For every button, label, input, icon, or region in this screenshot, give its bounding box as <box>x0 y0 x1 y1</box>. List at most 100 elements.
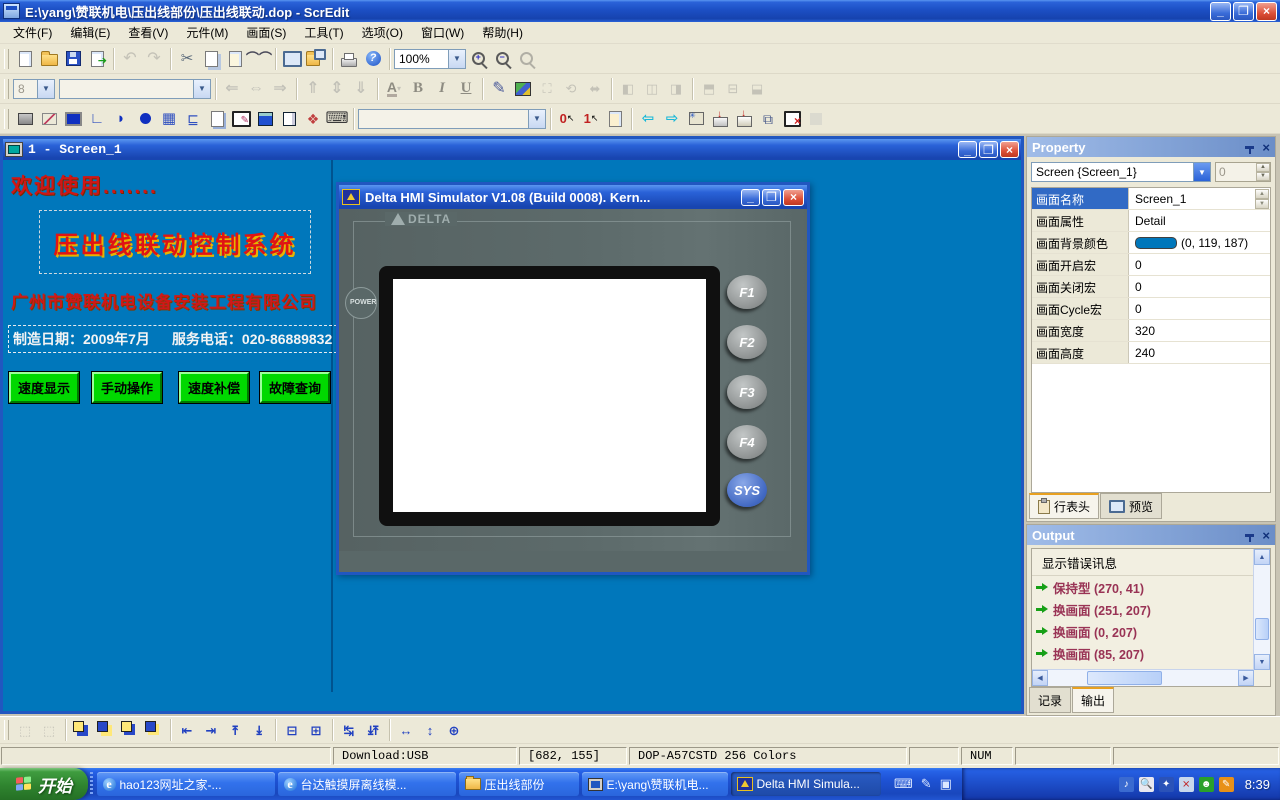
element-state-combobox[interactable]: ▼ <box>358 109 546 129</box>
font-size-dropdown-arrow[interactable]: ▼ <box>37 80 54 98</box>
menu-file[interactable]: 文件(F) <box>4 21 61 44</box>
element-state-dropdown-arrow[interactable]: ▼ <box>528 110 545 128</box>
draw-pattern-tool[interactable]: ▦ <box>157 107 181 130</box>
align-left-edges-button[interactable]: ⇤ <box>175 719 199 742</box>
task-delta-touchscreen-page[interactable]: e 台达触摸屏离线模... <box>278 772 456 796</box>
new-file-button[interactable] <box>13 47 37 70</box>
task-folder[interactable]: 压出线部份 <box>459 772 579 796</box>
draw-rect-tool[interactable] <box>13 107 37 130</box>
pen-style-button[interactable]: ✎ <box>487 77 511 100</box>
align-right-edges-button[interactable]: ⇥ <box>199 719 223 742</box>
same-size-button[interactable]: ⊕ <box>442 719 466 742</box>
tray-messenger-icon[interactable]: ✦ <box>1159 777 1174 792</box>
simulator-title-bar[interactable]: Delta HMI Simulator V1.08 (Build 0008). … <box>339 185 807 209</box>
manual-operation-button[interactable]: 手动操作 <box>92 372 162 403</box>
draw-bitmap-tool[interactable]: ✎ <box>229 107 253 130</box>
scroll-up-icon[interactable]: ▲ <box>1254 549 1270 565</box>
element-meter-tool[interactable] <box>277 107 301 130</box>
task-scredit[interactable]: E:\yang\赞联机电... <box>582 772 728 796</box>
zoom-out-button[interactable]: − <box>490 47 514 70</box>
bring-forward-button[interactable] <box>118 719 142 742</box>
zoom-dropdown-arrow[interactable]: ▼ <box>448 50 465 68</box>
screen1-close-button[interactable]: × <box>1000 141 1019 158</box>
download-screen-button[interactable]: ↓ <box>708 107 732 130</box>
output-close-icon[interactable]: × <box>1262 529 1270 542</box>
company-text[interactable]: 广州市赞联机电设备安装工程有限公司 <box>11 288 317 313</box>
open-screen-button[interactable] <box>304 47 328 70</box>
object-selector-dropdown-arrow[interactable]: ▼ <box>1193 163 1210 181</box>
property-row-close-macro[interactable]: 画面关闭宏 0 <box>1032 276 1270 298</box>
taskbar-clock[interactable]: 8:39 <box>1245 777 1270 792</box>
tab-preview[interactable]: 预览 <box>1100 493 1162 519</box>
send-to-back-button[interactable] <box>94 719 118 742</box>
align-bottom-edges-button[interactable]: ⇥ <box>247 719 271 742</box>
toolbar-grip[interactable] <box>4 49 9 69</box>
tray-app-icon[interactable]: ♪ <box>1119 777 1134 792</box>
menu-edit[interactable]: 编辑(E) <box>61 21 119 44</box>
tray-magnifier-icon[interactable]: 🔍 <box>1139 777 1154 792</box>
stop-simulator-button[interactable]: × <box>780 107 804 130</box>
align-top-edges-button[interactable]: ⇤ <box>223 719 247 742</box>
draw-scale-tool[interactable]: ⊑ <box>181 107 205 130</box>
property-close-icon[interactable]: × <box>1262 141 1270 154</box>
start-button[interactable]: 开始 <box>0 768 88 800</box>
font-name-dropdown-arrow[interactable]: ▼ <box>193 80 210 98</box>
find-button[interactable]: ⌒⌒ <box>247 47 271 70</box>
welcome-text[interactable]: 欢迎使用....... <box>11 170 158 200</box>
state-0-button[interactable]: 0↖ <box>555 107 579 130</box>
keyboard-icon[interactable]: ⌨ <box>894 776 913 792</box>
download-all-button[interactable]: ↓ <box>732 107 756 130</box>
draw-filled-rect-tool[interactable] <box>61 107 85 130</box>
send-backward-button[interactable] <box>142 719 166 742</box>
pin-icon[interactable] <box>1245 146 1254 149</box>
vertical-scrollbar[interactable]: ▲ ▼ <box>1253 549 1270 670</box>
draw-ellipse-tool[interactable] <box>133 107 157 130</box>
f1-key[interactable]: F1 <box>727 275 767 309</box>
tab-output[interactable]: 输出 <box>1072 687 1114 713</box>
macro-button[interactable] <box>603 107 627 130</box>
screen1-minimize-button[interactable]: _ <box>958 141 977 158</box>
pin-icon[interactable] <box>1245 534 1254 537</box>
simulator-button[interactable]: ⧉ <box>756 107 780 130</box>
property-row-name[interactable]: 画面名称 Screen_1 ▲▼ <box>1032 188 1270 210</box>
row-spinner[interactable]: ▲▼ <box>1255 189 1269 208</box>
bring-to-front-button[interactable] <box>70 719 94 742</box>
property-row-bgcolor[interactable]: 画面背景颜色 (0, 119, 187) <box>1032 232 1270 254</box>
new-screen-button[interactable] <box>280 47 304 70</box>
element-button-tool[interactable] <box>253 107 277 130</box>
menu-element[interactable]: 元件(M) <box>177 21 237 44</box>
toolbar-grip[interactable] <box>4 109 9 129</box>
keyboard-element-tool[interactable]: ⌨ <box>325 107 349 130</box>
simulator-minimize-button[interactable]: _ <box>741 189 760 206</box>
horizontal-scroll-thumb[interactable] <box>1087 671 1162 685</box>
sys-key[interactable]: SYS <box>727 473 767 507</box>
paste-button[interactable] <box>223 47 247 70</box>
cut-button[interactable]: ✂ <box>175 47 199 70</box>
zoom-combobox[interactable]: 100% ▼ <box>394 49 466 69</box>
scroll-down-icon[interactable]: ▼ <box>1254 654 1270 670</box>
property-row-height[interactable]: 画面高度 240 <box>1032 342 1270 364</box>
info-box[interactable]: 制造日期：2009年7月 服务电话：020-86889832 <box>8 325 337 353</box>
simulator-maximize-button[interactable]: ❐ <box>762 189 781 206</box>
minimize-button[interactable]: _ <box>1210 2 1231 21</box>
speed-display-button[interactable]: 速度显示 <box>9 372 79 403</box>
save-button[interactable] <box>61 47 85 70</box>
tray-network-disconnected-icon[interactable]: ⨯ <box>1179 777 1194 792</box>
f3-key[interactable]: F3 <box>727 375 767 409</box>
object-selector-combobox[interactable]: Screen {Screen_1} ▼ <box>1031 162 1211 182</box>
fault-query-button[interactable]: 故障查询 <box>260 372 330 403</box>
output-item[interactable]: 换画面 (0, 207) <box>1032 620 1270 642</box>
draw-text-tool[interactable] <box>205 107 229 130</box>
scroll-right-icon[interactable]: ▶ <box>1238 670 1254 686</box>
f2-key[interactable]: F2 <box>727 325 767 359</box>
toolbar-grip[interactable] <box>4 79 9 99</box>
tab-record[interactable]: 记录 <box>1029 687 1071 713</box>
open-file-button[interactable] <box>37 47 61 70</box>
speed-compensation-button[interactable]: 速度补偿 <box>179 372 249 403</box>
print-button[interactable] <box>337 47 361 70</box>
output-item[interactable]: 换画面 (251, 207) <box>1032 598 1270 620</box>
prev-screen-button[interactable]: ⇦ <box>636 107 660 130</box>
menu-tools[interactable]: 工具(T) <box>295 21 352 44</box>
menu-options[interactable]: 选项(O) <box>353 21 412 44</box>
output-item[interactable]: 保持型 (270, 41) <box>1032 576 1270 598</box>
